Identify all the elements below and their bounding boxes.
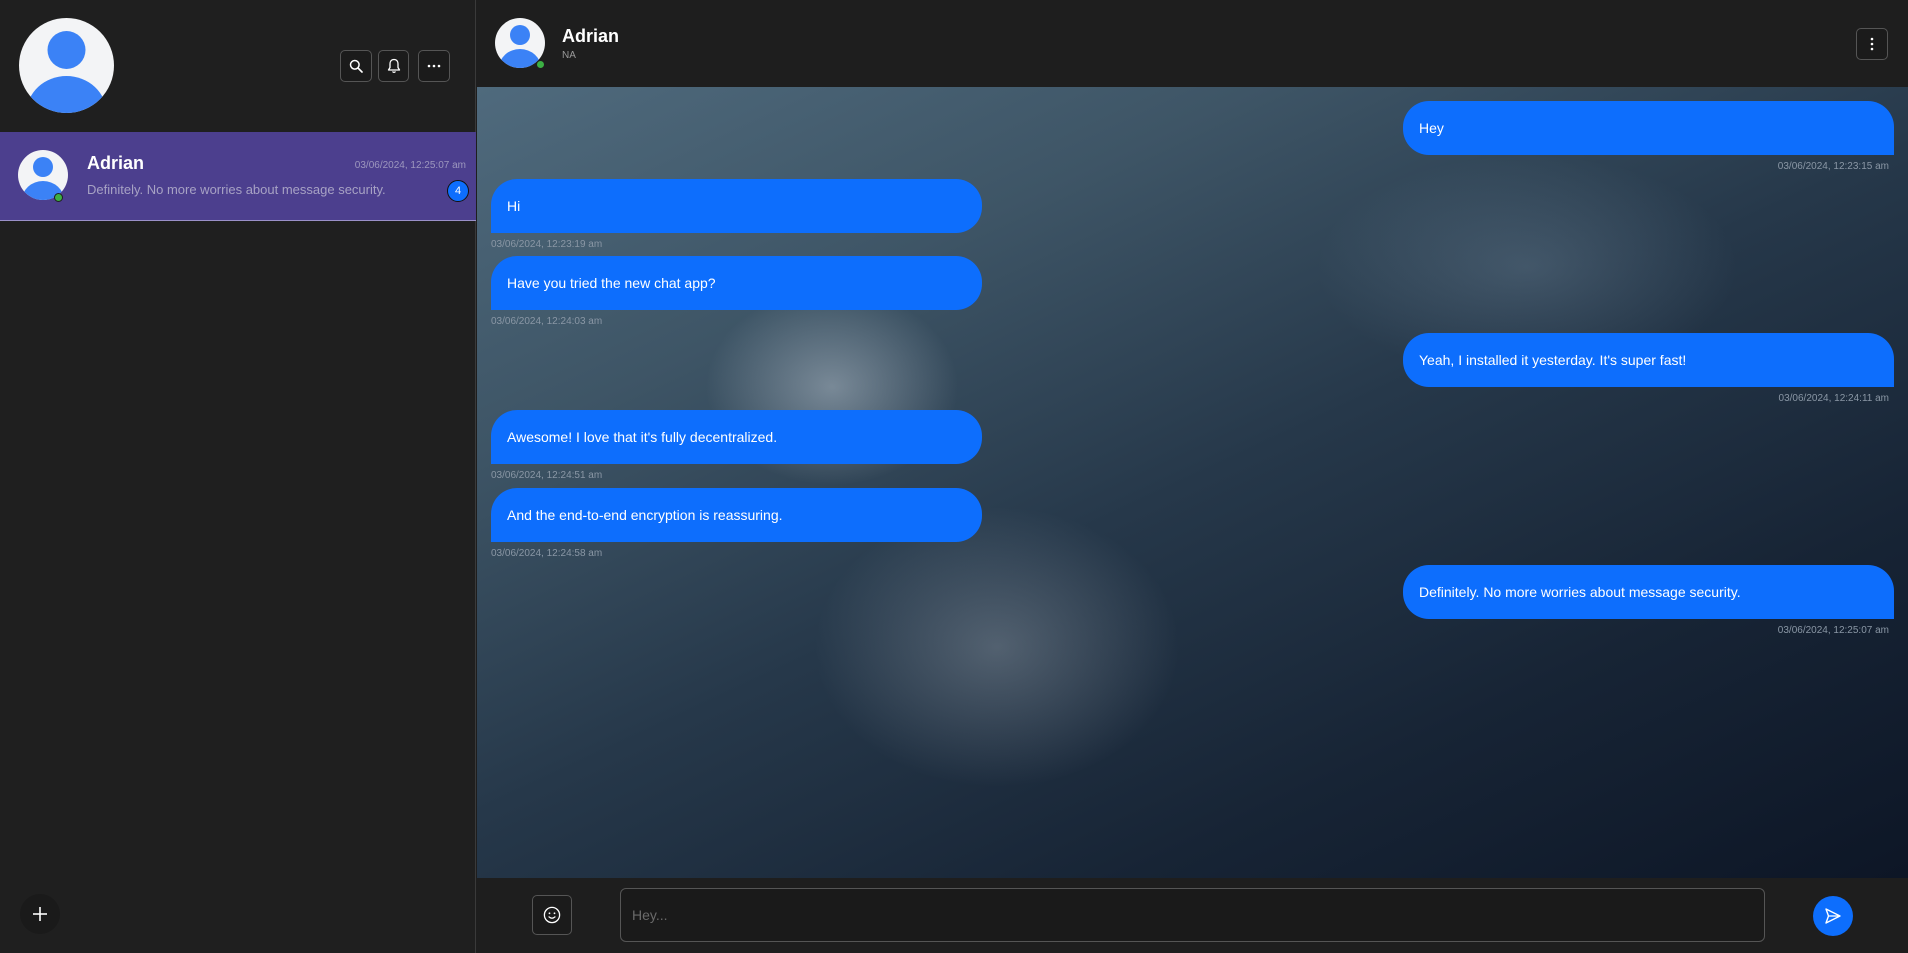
chat-list-contact-name: Adrian [87,153,145,173]
emoji-button[interactable] [532,895,572,935]
profile-avatar[interactable] [19,18,114,113]
bell-icon [387,58,400,74]
message-timestamp: 03/06/2024, 12:25:07 am [1777,625,1889,636]
chat-list-timestamp: 03/06/2024, 12:25:07 am [354,160,466,171]
message-bubble-incoming: And the end-to-end encryption is reassur… [491,488,982,542]
ellipsis-horizontal-icon [427,64,441,68]
plus-icon [33,907,47,921]
online-status-dot [536,60,545,69]
message-timestamp: 03/06/2024, 12:24:11 am [1778,393,1889,404]
message-input[interactable] [620,888,1765,942]
message-bubble-incoming: Hi [491,179,982,233]
search-button[interactable] [340,50,372,82]
message-list[interactable]: Hey 03/06/2024, 12:23:15 am Hi 03/06/202… [477,87,1908,878]
chat-app: Adrian 03/06/2024, 12:25:07 am Definitel… [0,0,1908,953]
contact-status: NA [562,50,576,61]
contact-name: Adrian [562,26,620,46]
search-icon [349,59,363,73]
more-options-button[interactable] [418,50,450,82]
unread-count-badge: 4 [447,180,469,202]
chat-list-last-message: Definitely. No more worries about messag… [87,182,386,197]
chat-list-item-adrian[interactable] [0,132,476,221]
chat-panel: Adrian NA Hey 03/06/2024, 12:23:15 am Hi… [477,0,1908,953]
message-timestamp: 03/06/2024, 12:24:51 am [491,470,603,481]
message-timestamp: 03/06/2024, 12:24:03 am [491,316,603,327]
notifications-button[interactable] [378,50,409,82]
message-bubble-outgoing: Yeah, I installed it yesterday. It's sup… [1403,333,1894,387]
chat-header: Adrian NA [477,0,1908,87]
chat-menu-button[interactable] [1856,28,1888,60]
send-button[interactable] [1813,896,1853,936]
user-avatar-icon [26,31,107,113]
message-timestamp: 03/06/2024, 12:23:19 am [491,239,603,250]
message-bubble-outgoing: Hey [1403,101,1894,155]
send-icon [1825,908,1841,924]
message-composer [477,878,1908,953]
ellipsis-vertical-icon [1870,37,1874,51]
sidebar: Adrian 03/06/2024, 12:25:07 am Definitel… [0,0,476,953]
message-bubble-outgoing: Definitely. No more worries about messag… [1403,565,1894,619]
online-status-dot [54,193,63,202]
message-timestamp: 03/06/2024, 12:24:58 am [491,548,603,559]
new-chat-button[interactable] [20,894,60,934]
smiley-icon [543,906,561,924]
message-bubble-incoming: Have you tried the new chat app? [491,256,982,310]
message-timestamp: 03/06/2024, 12:23:15 am [1777,161,1889,172]
message-bubble-incoming: Awesome! I love that it's fully decentra… [491,410,982,464]
